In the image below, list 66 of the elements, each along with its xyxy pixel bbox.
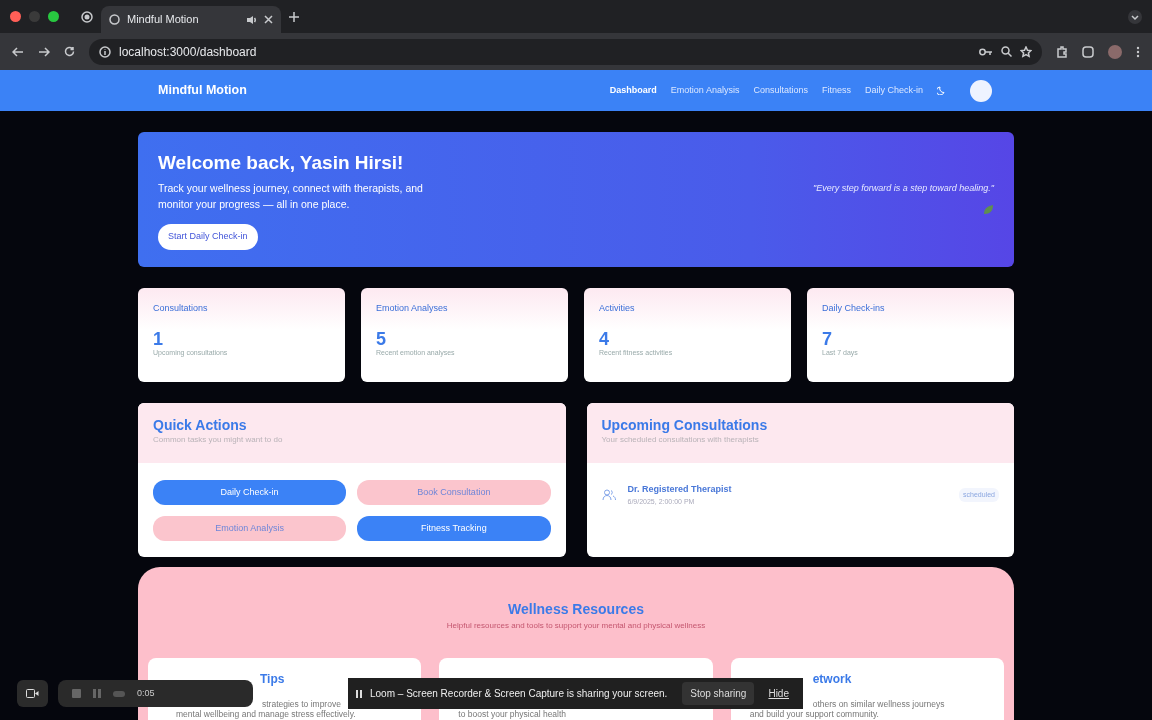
stat-label: Consultations (153, 302, 209, 315)
close-icon[interactable] (264, 15, 273, 24)
recording-timer: 0:05 (137, 686, 155, 700)
nav-link[interactable]: Emotion Analysis (670, 83, 740, 98)
nav-link[interactable]: Fitness (821, 83, 851, 98)
pause-icon[interactable] (93, 689, 101, 698)
new-tab-icon[interactable] (289, 11, 299, 22)
hero-description: Track your wellness journey, connect with therapists, and monitor your progress — all in one place. (158, 180, 424, 212)
stat-label: Emotion Analyses (376, 302, 449, 315)
browser-tab[interactable]: Mindful Motion (101, 6, 281, 33)
stat-value: 5 (376, 329, 387, 348)
info-icon[interactable] (99, 45, 111, 58)
nav-link[interactable]: Daily Check-in (864, 83, 923, 98)
stat-label: Activities (599, 302, 636, 315)
leaf-icon (982, 203, 994, 216)
stat-value: 4 (599, 329, 610, 348)
url-text[interactable]: localhost:3000/dashboard (119, 42, 257, 61)
welcome-heading: Welcome back, Yasin Hirsi! (158, 152, 405, 175)
key-icon[interactable] (979, 47, 993, 56)
back-icon[interactable] (12, 46, 24, 57)
section-heading: Wellness Resources (507, 600, 645, 619)
resource-text: to boost your physical health (457, 709, 568, 719)
avatar-icon[interactable] (1108, 44, 1122, 59)
section-subtitle: Helpful resources and tools to support your mental and physical wellness (445, 620, 707, 632)
resource-text: and build your support community. (748, 709, 880, 719)
brand-name[interactable]: Mindful Motion (158, 81, 247, 100)
card-title: Quick Actions (153, 417, 248, 434)
close-window-icon[interactable] (10, 11, 21, 22)
resource-title: etwork (811, 672, 853, 687)
forward-icon[interactable] (38, 46, 50, 57)
maximize-window-icon[interactable] (48, 11, 59, 22)
nav-link[interactable]: Consultations (753, 83, 808, 98)
stat-value: 1 (153, 329, 164, 348)
record-icon[interactable] (81, 10, 93, 23)
resource-text: strategies to improve (261, 699, 342, 709)
stat-label: Daily Check-ins (822, 302, 886, 315)
resource-text: mental wellbeing and manage stress effectively. (175, 709, 357, 719)
avatar-icon[interactable] (970, 79, 992, 102)
quote-text: "Every step forward is a step toward healing." (813, 182, 994, 195)
pause-icon (356, 689, 362, 698)
resource-text: others on similar wellness journeys (811, 699, 946, 709)
resource-title: Tips (259, 672, 286, 687)
share-message: Loom – Screen Recorder & Screen Capture is sharing your screen. (370, 687, 669, 701)
therapist-name: Dr. Registered Therapist (627, 483, 733, 496)
zoom-icon[interactable] (1001, 46, 1012, 57)
card-title: Upcoming Consultations (601, 417, 769, 434)
start-check-in-button[interactable]: Start Daily Check-in (158, 224, 258, 250)
stat-value: 7 (822, 329, 833, 348)
more-icon[interactable] (1136, 45, 1140, 58)
star-icon[interactable] (1020, 45, 1032, 58)
action-button[interactable]: Book Consultation (357, 480, 551, 505)
camera-button[interactable] (17, 680, 48, 707)
action-button[interactable]: Emotion Analysis (153, 516, 347, 541)
camera-icon (26, 689, 39, 698)
action-button[interactable]: Daily Check-in (153, 480, 347, 505)
action-button[interactable]: Fitness Tracking (357, 516, 551, 541)
stop-sharing-button[interactable]: Stop sharing (682, 682, 755, 705)
reload-icon[interactable] (64, 46, 75, 57)
chevron-down-icon[interactable] (1128, 9, 1142, 24)
moon-icon[interactable] (937, 86, 946, 95)
tab-title: Mindful Motion (127, 12, 200, 28)
hide-button[interactable]: Hide (762, 685, 795, 702)
people-icon (601, 489, 616, 501)
speaker-icon[interactable] (246, 14, 257, 25)
extensions-icon[interactable] (1056, 45, 1068, 58)
nav-link[interactable]: Dashboard (609, 83, 657, 98)
